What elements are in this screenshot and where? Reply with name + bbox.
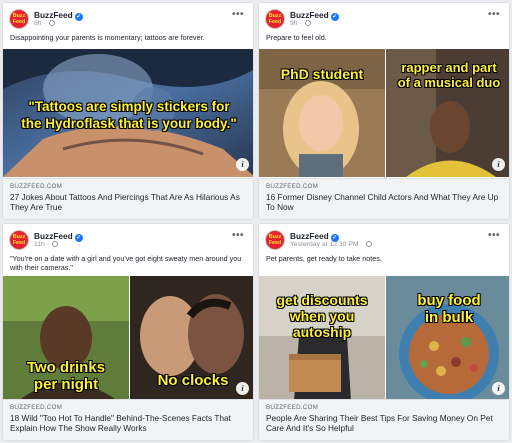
more-icon[interactable]: •••: [232, 230, 244, 241]
info-icon[interactable]: i: [236, 158, 249, 171]
overlay-left-text: get discounts when you autoship: [259, 291, 385, 340]
more-icon[interactable]: •••: [232, 9, 244, 20]
post-meta: 11h ·: [34, 241, 58, 248]
logo-line-2: Feed: [268, 19, 282, 25]
post-caption: Disappointing your parents is momentary;…: [10, 33, 205, 42]
globe-icon: [48, 20, 55, 26]
link-preview[interactable]: BUZZFEED.COM 27 Jokes About Tattoos And …: [3, 178, 253, 219]
post-caption: Pet parents, get ready to take notes.: [266, 254, 382, 263]
post-image[interactable]: "Tattoos are simply stickers for the Hydr…: [3, 49, 253, 177]
post-caption: Prepare to feel old.: [266, 33, 327, 42]
globe-icon: [365, 241, 372, 247]
link-preview[interactable]: BUZZFEED.COM 16 Former Disney Channel Ch…: [259, 178, 509, 219]
post-time[interactable]: Yesterday at 12:30 PM: [290, 241, 359, 248]
post-image[interactable]: PhD student rapper and part of a musical …: [259, 49, 509, 177]
buzzfeed-logo-icon[interactable]: Buzz Feed: [265, 9, 285, 29]
link-title[interactable]: 27 Jokes About Tattoos And Piercings Tha…: [10, 192, 246, 212]
overlay-line-2: of a musical duo: [397, 74, 501, 90]
overlay-left-text: PhD student: [280, 65, 364, 82]
link-domain: BUZZFEED.COM: [10, 404, 63, 411]
post-meta: Yesterday at 12:30 PM ·: [290, 241, 372, 248]
image-left-panel: PhD student: [259, 49, 385, 177]
buzzfeed-logo-icon[interactable]: Buzz Feed: [9, 9, 29, 29]
image-overlay-text: "Tattoos are simply stickers for the Hydr…: [7, 98, 251, 132]
post-time[interactable]: 8h: [34, 20, 42, 27]
overlay-line-2: per night: [33, 375, 99, 393]
link-preview[interactable]: BUZZFEED.COM 18 Wild "Too Hot To Handle"…: [3, 399, 253, 440]
info-icon[interactable]: i: [492, 382, 505, 395]
buzzfeed-logo-icon[interactable]: Buzz Feed: [9, 230, 29, 250]
overlay-line-1: get discounts: [276, 291, 368, 308]
post-card: Buzz Feed BuzzFeed ✓ Yesterday at 12:30 PM…: [258, 223, 510, 441]
overlay-right-text: buy food in bulk: [386, 291, 509, 326]
globe-icon: [51, 241, 58, 247]
logo-line-2: Feed: [268, 240, 282, 246]
info-icon[interactable]: i: [492, 158, 505, 171]
image-left-panel: Two drinks per night: [3, 276, 129, 401]
post-caption: "You're on a date with a girl and you've…: [10, 254, 242, 272]
verified-icon: ✓: [74, 13, 83, 21]
post-image[interactable]: Two drinks per night No clocks i: [3, 276, 253, 401]
post-header: Buzz Feed BuzzFeed ✓ Yesterday at 12:30 PM…: [265, 230, 503, 250]
overlay-left-text: Two drinks per night: [3, 358, 129, 393]
image-left-panel: get discounts when you autoship: [259, 276, 385, 401]
link-domain: BUZZFEED.COM: [10, 183, 63, 190]
link-domain: BUZZFEED.COM: [266, 183, 319, 190]
overlay-right-text: rapper and part of a musical duo: [386, 59, 509, 90]
post-card: Buzz Feed BuzzFeed ✓ 9h · ••• Prepare to f…: [258, 2, 510, 220]
image-right-panel: No clocks: [130, 276, 253, 401]
post-time[interactable]: 11h: [34, 241, 45, 248]
logo-line-2: Feed: [12, 240, 26, 246]
post-header: Buzz Feed BuzzFeed ✓ 11h · •••: [9, 230, 247, 250]
post-header: Buzz Feed BuzzFeed ✓ 8h · •••: [9, 9, 247, 29]
info-icon[interactable]: i: [236, 382, 249, 395]
link-title[interactable]: People Are Sharing Their Best Tips For S…: [266, 413, 502, 433]
overlay-line-1: "Tattoos are simply stickers for: [28, 98, 230, 114]
link-title[interactable]: 18 Wild "Too Hot To Handle" Behind-The-S…: [10, 413, 246, 433]
buzzfeed-logo-icon[interactable]: Buzz Feed: [265, 230, 285, 250]
link-title[interactable]: 16 Former Disney Channel Child Actors An…: [266, 192, 502, 212]
overlay-line-1: rapper and part: [401, 59, 498, 75]
more-icon[interactable]: •••: [488, 230, 500, 241]
feed-grid: Buzz Feed BuzzFeed ✓ 8h · ••• Disappointin…: [0, 0, 512, 443]
post-card: Buzz Feed BuzzFeed ✓ 11h · ••• "You're on …: [2, 223, 254, 441]
page-name[interactable]: BuzzFeed: [290, 10, 329, 20]
page-name[interactable]: BuzzFeed: [34, 231, 73, 241]
post-meta: 8h ·: [34, 20, 55, 27]
verified-icon: ✓: [74, 234, 83, 242]
verified-icon: ✓: [330, 13, 339, 21]
logo-line-2: Feed: [12, 19, 26, 25]
globe-icon: [304, 20, 311, 26]
page-name[interactable]: BuzzFeed: [290, 231, 329, 241]
overlay-line-2: in bulk: [424, 308, 474, 326]
post-time[interactable]: 9h: [290, 20, 298, 27]
image-right-panel: rapper and part of a musical duo: [386, 49, 509, 177]
link-domain: BUZZFEED.COM: [266, 404, 319, 411]
overlay-line-2: when you: [289, 307, 355, 324]
post-image[interactable]: get discounts when you autoship buy food in…: [259, 276, 509, 401]
overlay-line-3: autoship: [292, 323, 352, 340]
page-name[interactable]: BuzzFeed: [34, 10, 73, 20]
post-card: Buzz Feed BuzzFeed ✓ 8h · ••• Disappointin…: [2, 2, 254, 220]
post-meta: 9h ·: [290, 20, 311, 27]
overlay-line-1: buy food: [417, 291, 482, 309]
more-icon[interactable]: •••: [488, 9, 500, 20]
post-header: Buzz Feed BuzzFeed ✓ 9h · •••: [265, 9, 503, 29]
link-preview[interactable]: BUZZFEED.COM People Are Sharing Their Be…: [259, 399, 509, 440]
overlay-line-2: the Hydroflask that is your body.": [21, 115, 238, 131]
image-right-panel: buy food in bulk: [386, 276, 509, 401]
overlay-line-1: Two drinks: [26, 358, 106, 376]
